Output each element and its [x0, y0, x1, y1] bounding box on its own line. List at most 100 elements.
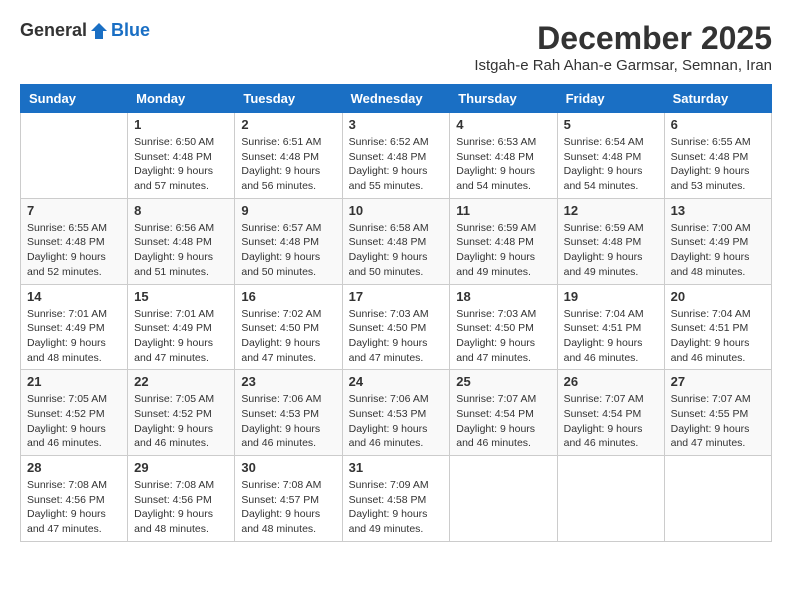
day-number: 15: [134, 289, 228, 304]
calendar-cell: 15 Sunrise: 7:01 AMSunset: 4:49 PMDayligh…: [128, 284, 235, 370]
logo-general-text: General: [20, 20, 87, 41]
day-number: 31: [349, 460, 444, 475]
calendar-cell: 13 Sunrise: 7:00 AMSunset: 4:49 PMDayligh…: [664, 198, 771, 284]
day-info: Sunrise: 7:08 AMSunset: 4:57 PMDaylight:…: [241, 478, 335, 537]
day-number: 30: [241, 460, 335, 475]
day-info: Sunrise: 7:04 AMSunset: 4:51 PMDaylight:…: [671, 307, 765, 366]
day-info: Sunrise: 7:01 AMSunset: 4:49 PMDaylight:…: [27, 307, 121, 366]
day-number: 14: [27, 289, 121, 304]
day-number: 6: [671, 117, 765, 132]
day-info: Sunrise: 7:07 AMSunset: 4:54 PMDaylight:…: [564, 392, 658, 451]
col-header-sunday: Sunday: [21, 85, 128, 113]
calendar-cell: [450, 456, 557, 542]
day-info: Sunrise: 7:06 AMSunset: 4:53 PMDaylight:…: [241, 392, 335, 451]
calendar-cell: 28 Sunrise: 7:08 AMSunset: 4:56 PMDayligh…: [21, 456, 128, 542]
day-info: Sunrise: 7:04 AMSunset: 4:51 PMDaylight:…: [564, 307, 658, 366]
calendar-cell: 8 Sunrise: 6:56 AMSunset: 4:48 PMDaylight…: [128, 198, 235, 284]
day-number: 2: [241, 117, 335, 132]
day-info: Sunrise: 7:07 AMSunset: 4:55 PMDaylight:…: [671, 392, 765, 451]
page-header: General Blue December 2025 Istgah-e Rah …: [20, 20, 772, 74]
day-info: Sunrise: 6:56 AMSunset: 4:48 PMDaylight:…: [134, 221, 228, 280]
calendar-cell: 11 Sunrise: 6:59 AMSunset: 4:48 PMDayligh…: [450, 198, 557, 284]
calendar-cell: 30 Sunrise: 7:08 AMSunset: 4:57 PMDayligh…: [235, 456, 342, 542]
day-info: Sunrise: 7:06 AMSunset: 4:53 PMDaylight:…: [349, 392, 444, 451]
day-info: Sunrise: 6:54 AMSunset: 4:48 PMDaylight:…: [564, 135, 658, 194]
day-info: Sunrise: 6:50 AMSunset: 4:48 PMDaylight:…: [134, 135, 228, 194]
day-info: Sunrise: 7:09 AMSunset: 4:58 PMDaylight:…: [349, 478, 444, 537]
col-header-friday: Friday: [557, 85, 664, 113]
day-number: 13: [671, 203, 765, 218]
week-row-1: 1 Sunrise: 6:50 AMSunset: 4:48 PMDaylight…: [21, 113, 772, 199]
day-info: Sunrise: 7:03 AMSunset: 4:50 PMDaylight:…: [349, 307, 444, 366]
calendar-cell: [557, 456, 664, 542]
day-info: Sunrise: 6:58 AMSunset: 4:48 PMDaylight:…: [349, 221, 444, 280]
day-number: 18: [456, 289, 550, 304]
day-info: Sunrise: 6:59 AMSunset: 4:48 PMDaylight:…: [456, 221, 550, 280]
day-info: Sunrise: 7:02 AMSunset: 4:50 PMDaylight:…: [241, 307, 335, 366]
day-number: 23: [241, 374, 335, 389]
day-info: Sunrise: 7:08 AMSunset: 4:56 PMDaylight:…: [134, 478, 228, 537]
calendar-cell: 9 Sunrise: 6:57 AMSunset: 4:48 PMDaylight…: [235, 198, 342, 284]
calendar-cell: 20 Sunrise: 7:04 AMSunset: 4:51 PMDayligh…: [664, 284, 771, 370]
calendar-cell: 2 Sunrise: 6:51 AMSunset: 4:48 PMDaylight…: [235, 113, 342, 199]
col-header-thursday: Thursday: [450, 85, 557, 113]
calendar-cell: 22 Sunrise: 7:05 AMSunset: 4:52 PMDayligh…: [128, 370, 235, 456]
day-number: 28: [27, 460, 121, 475]
day-number: 10: [349, 203, 444, 218]
calendar-header-row: SundayMondayTuesdayWednesdayThursdayFrid…: [21, 85, 772, 113]
calendar-cell: 17 Sunrise: 7:03 AMSunset: 4:50 PMDayligh…: [342, 284, 450, 370]
calendar-cell: 26Sunrise: 7:07 AMSunset: 4:54 PMDayligh…: [557, 370, 664, 456]
week-row-4: 21 Sunrise: 7:05 AMSunset: 4:52 PMDayligh…: [21, 370, 772, 456]
calendar-cell: 12 Sunrise: 6:59 AMSunset: 4:48 PMDayligh…: [557, 198, 664, 284]
day-number: 5: [564, 117, 658, 132]
calendar-cell: 16 Sunrise: 7:02 AMSunset: 4:50 PMDayligh…: [235, 284, 342, 370]
calendar-cell: 19 Sunrise: 7:04 AMSunset: 4:51 PMDayligh…: [557, 284, 664, 370]
day-info: Sunrise: 7:00 AMSunset: 4:49 PMDaylight:…: [671, 221, 765, 280]
day-number: 11: [456, 203, 550, 218]
calendar-cell: 23 Sunrise: 7:06 AMSunset: 4:53 PMDayligh…: [235, 370, 342, 456]
calendar-cell: 27 Sunrise: 7:07 AMSunset: 4:55 PMDayligh…: [664, 370, 771, 456]
day-number: 22: [134, 374, 228, 389]
col-header-tuesday: Tuesday: [235, 85, 342, 113]
day-number: 7: [27, 203, 121, 218]
day-info: Sunrise: 6:57 AMSunset: 4:48 PMDaylight:…: [241, 221, 335, 280]
day-number: 1: [134, 117, 228, 132]
calendar-cell: 7Sunrise: 6:55 AMSunset: 4:48 PMDaylight…: [21, 198, 128, 284]
calendar-cell: 21Sunrise: 7:05 AMSunset: 4:52 PMDayligh…: [21, 370, 128, 456]
day-number: 29: [134, 460, 228, 475]
day-info: Sunrise: 7:01 AMSunset: 4:49 PMDaylight:…: [134, 307, 228, 366]
day-number: 21: [27, 374, 121, 389]
calendar-cell: 1 Sunrise: 6:50 AMSunset: 4:48 PMDaylight…: [128, 113, 235, 199]
calendar-cell: 5 Sunrise: 6:54 AMSunset: 4:48 PMDaylight…: [557, 113, 664, 199]
day-number: 4: [456, 117, 550, 132]
day-number: 17: [349, 289, 444, 304]
day-number: 19: [564, 289, 658, 304]
calendar-cell: 6 Sunrise: 6:55 AMSunset: 4:48 PMDaylight…: [664, 113, 771, 199]
calendar-cell: 10 Sunrise: 6:58 AMSunset: 4:48 PMDayligh…: [342, 198, 450, 284]
day-number: 24: [349, 374, 444, 389]
day-info: Sunrise: 6:55 AMSunset: 4:48 PMDaylight:…: [671, 135, 765, 194]
day-info: Sunrise: 7:05 AMSunset: 4:52 PMDaylight:…: [134, 392, 228, 451]
calendar-cell: 25Sunrise: 7:07 AMSunset: 4:54 PMDayligh…: [450, 370, 557, 456]
week-row-3: 14 Sunrise: 7:01 AMSunset: 4:49 PMDayligh…: [21, 284, 772, 370]
week-row-2: 7Sunrise: 6:55 AMSunset: 4:48 PMDaylight…: [21, 198, 772, 284]
day-info: Sunrise: 7:08 AMSunset: 4:56 PMDaylight:…: [27, 478, 121, 537]
day-number: 9: [241, 203, 335, 218]
col-header-wednesday: Wednesday: [342, 85, 450, 113]
day-number: 12: [564, 203, 658, 218]
calendar-cell: 3Sunrise: 6:52 AMSunset: 4:48 PMDaylight…: [342, 113, 450, 199]
location-text: Istgah-e Rah Ahan-e Garmsar, Semnan, Ira…: [474, 57, 772, 74]
day-number: 3: [349, 117, 444, 132]
day-info: Sunrise: 7:07 AMSunset: 4:54 PMDaylight:…: [456, 392, 550, 451]
day-number: 20: [671, 289, 765, 304]
day-info: Sunrise: 6:59 AMSunset: 4:48 PMDaylight:…: [564, 221, 658, 280]
calendar-cell: 24 Sunrise: 7:06 AMSunset: 4:53 PMDayligh…: [342, 370, 450, 456]
day-number: 27: [671, 374, 765, 389]
day-info: Sunrise: 7:03 AMSunset: 4:50 PMDaylight:…: [456, 307, 550, 366]
logo-icon: [89, 21, 109, 41]
calendar-cell: 18 Sunrise: 7:03 AMSunset: 4:50 PMDayligh…: [450, 284, 557, 370]
day-number: 16: [241, 289, 335, 304]
day-info: Sunrise: 6:51 AMSunset: 4:48 PMDaylight:…: [241, 135, 335, 194]
day-number: 8: [134, 203, 228, 218]
day-info: Sunrise: 6:53 AMSunset: 4:48 PMDaylight:…: [456, 135, 550, 194]
